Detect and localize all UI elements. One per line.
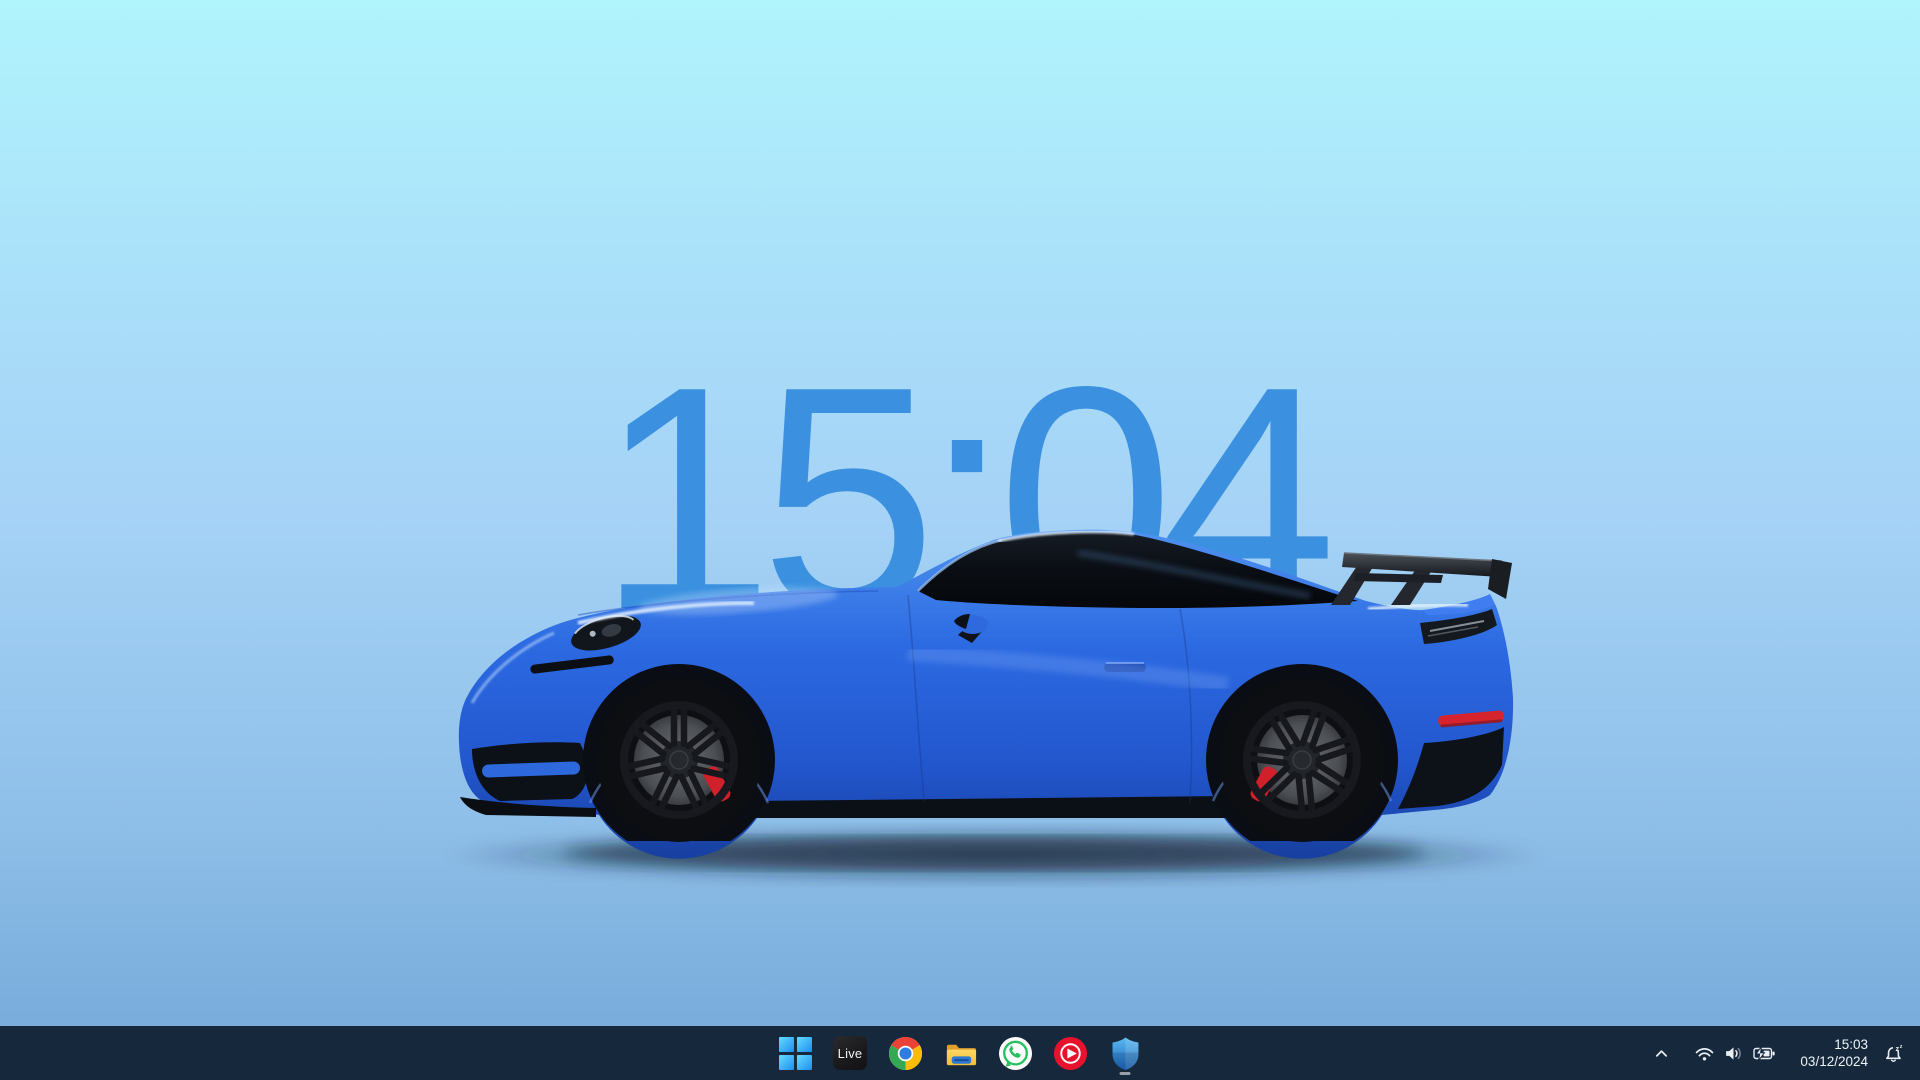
tray-status-cluster	[1690, 1033, 1781, 1073]
chrome-icon	[888, 1036, 923, 1071]
battery-button[interactable]	[1748, 1033, 1781, 1073]
ableton-live-label: Live	[838, 1046, 863, 1061]
ableton-live-icon: Live	[833, 1036, 867, 1070]
windows-security-button[interactable]	[1103, 1029, 1147, 1077]
tray-date: 03/12/2024	[1800, 1053, 1868, 1070]
wallpaper-car	[438, 503, 1550, 905]
wifi-button[interactable]	[1690, 1033, 1719, 1073]
svg-text:z: z	[1900, 1043, 1903, 1049]
battery-charging-icon	[1753, 1046, 1776, 1061]
windows-logo-icon	[779, 1037, 812, 1070]
running-indicator	[1120, 1072, 1131, 1076]
car-shadow	[442, 828, 1546, 882]
start-button[interactable]	[773, 1029, 817, 1077]
whatsapp-icon	[998, 1036, 1033, 1071]
chrome-button[interactable]	[883, 1029, 927, 1077]
volume-icon	[1724, 1044, 1743, 1063]
youtube-music-icon	[1053, 1036, 1088, 1071]
car-rear-wheel	[1220, 678, 1384, 842]
folder-icon	[943, 1036, 978, 1071]
file-explorer-button[interactable]	[938, 1029, 982, 1077]
notification-bell-button[interactable]: z z	[1879, 1033, 1910, 1073]
tray-clock-button[interactable]: 15:03 03/12/2024	[1793, 1033, 1875, 1073]
ableton-live-button[interactable]: Live	[828, 1029, 872, 1077]
chevron-up-icon	[1654, 1046, 1669, 1061]
wifi-icon	[1695, 1044, 1714, 1063]
taskbar: Live	[0, 1026, 1920, 1080]
whatsapp-button[interactable]	[993, 1029, 1037, 1077]
tray-time: 15:03	[1834, 1036, 1868, 1053]
tray-overflow-button[interactable]	[1649, 1033, 1674, 1073]
system-tray: 15:03 03/12/2024 z z	[1649, 1026, 1920, 1080]
taskbar-pinned-apps: Live	[773, 1026, 1147, 1080]
youtube-music-button[interactable]	[1048, 1029, 1092, 1077]
shield-icon	[1110, 1036, 1141, 1071]
car-front-wheel	[597, 678, 761, 842]
volume-button[interactable]	[1719, 1033, 1748, 1073]
bell-do-not-disturb-icon: z z	[1884, 1043, 1905, 1064]
desktop-wallpaper: 15:04	[0, 0, 1920, 1080]
